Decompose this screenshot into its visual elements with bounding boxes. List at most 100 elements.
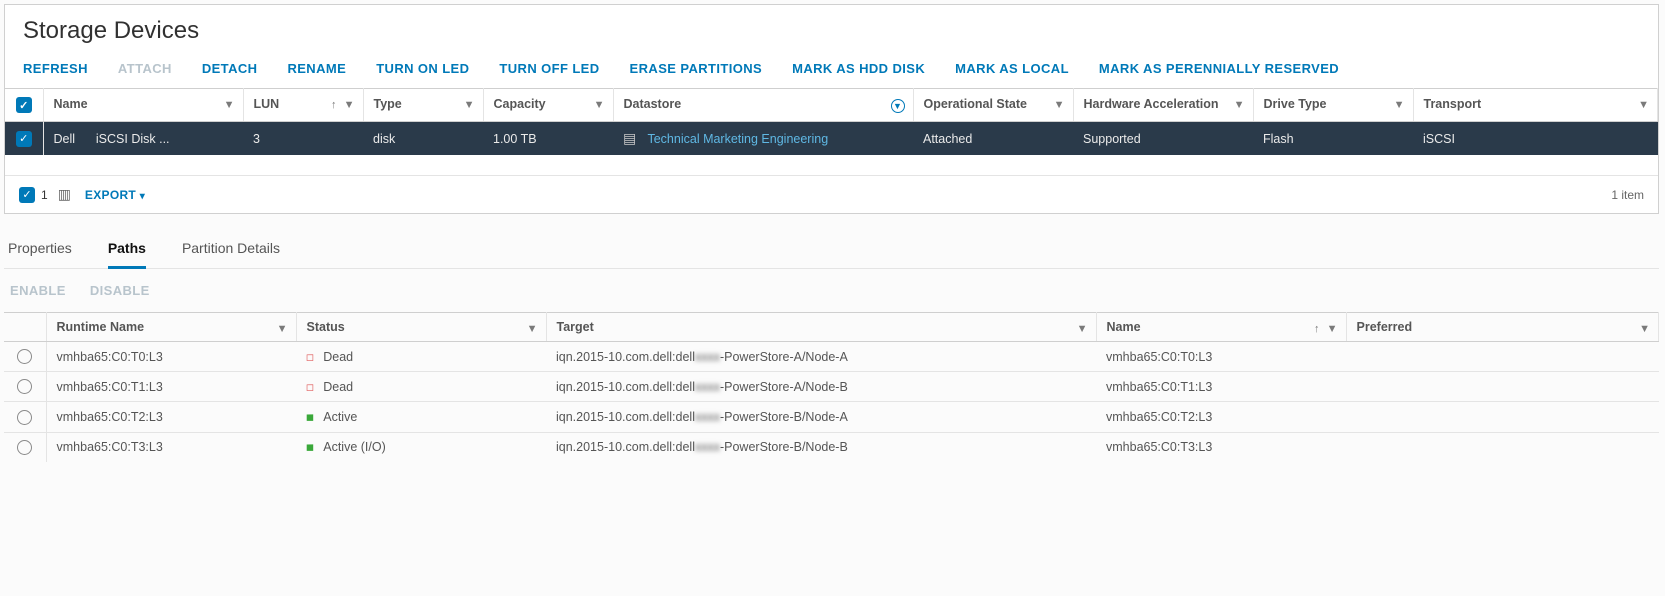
col-preferred[interactable]: Preferred▼ bbox=[1346, 313, 1659, 342]
turn-on-led-button[interactable]: TURN ON LED bbox=[376, 61, 469, 76]
radio-icon[interactable] bbox=[17, 349, 32, 364]
path-target: iqn.2015-10.com.dell:dellxxxx-PowerStore… bbox=[546, 372, 1096, 402]
item-count: 1 item bbox=[1611, 188, 1644, 202]
refresh-button[interactable]: REFRESH bbox=[23, 61, 88, 76]
filter-icon[interactable]: ▼ bbox=[344, 99, 355, 111]
export-button[interactable]: EXPORT ▾ bbox=[85, 188, 145, 202]
path-row[interactable]: vmhba65:C0:T0:L3◇Deadiqn.2015-10.com.del… bbox=[4, 342, 1659, 372]
filter-icon[interactable]: ▼ bbox=[1638, 99, 1649, 111]
filter-icon[interactable]: ▼ bbox=[594, 99, 605, 111]
selection-indicator-icon[interactable]: ✓ bbox=[19, 187, 35, 203]
col-type[interactable]: Type▼ bbox=[363, 89, 483, 122]
path-select-header bbox=[4, 313, 46, 342]
path-runtime: vmhba65:C0:T1:L3 bbox=[46, 372, 296, 402]
device-row[interactable]: ✓ Dell iSCSI Disk ... 3 disk 1.00 TB ▤ T… bbox=[5, 122, 1658, 156]
col-op-state[interactable]: Operational State▼ bbox=[913, 89, 1073, 122]
filter-icon[interactable]: ▼ bbox=[1077, 323, 1088, 335]
col-runtime-name[interactable]: Runtime Name▼ bbox=[46, 313, 296, 342]
filter-icon[interactable]: ▼ bbox=[1234, 99, 1245, 111]
radio-icon[interactable] bbox=[17, 410, 32, 425]
device-lun: 3 bbox=[243, 122, 363, 156]
detail-tabs: Properties Paths Partition Details bbox=[4, 232, 1659, 269]
path-name: vmhba65:C0:T0:L3 bbox=[1096, 342, 1346, 372]
page-title: Storage Devices bbox=[5, 5, 1658, 51]
erase-partitions-button[interactable]: ERASE PARTITIONS bbox=[630, 61, 763, 76]
col-status[interactable]: Status▼ bbox=[296, 313, 546, 342]
col-drive-type[interactable]: Drive Type▼ bbox=[1253, 89, 1413, 122]
diamond-filled-icon: ◆ bbox=[302, 439, 318, 455]
paths-toolbar: ENABLE DISABLE bbox=[4, 269, 1659, 312]
tab-partition-details[interactable]: Partition Details bbox=[182, 232, 280, 268]
path-preferred bbox=[1346, 372, 1659, 402]
device-op-state: Attached bbox=[913, 122, 1073, 156]
device-type: disk bbox=[363, 122, 483, 156]
tab-properties[interactable]: Properties bbox=[8, 232, 72, 268]
device-transport: iSCSI bbox=[1413, 122, 1658, 156]
path-name: vmhba65:C0:T1:L3 bbox=[1096, 372, 1346, 402]
storage-devices-panel: Storage Devices REFRESH ATTACH DETACH RE… bbox=[4, 4, 1659, 214]
select-all-header[interactable]: ✓ bbox=[5, 89, 43, 122]
diamond-outline-icon: ◇ bbox=[302, 379, 318, 395]
diamond-outline-icon: ◇ bbox=[302, 348, 318, 364]
path-row[interactable]: vmhba65:C0:T3:L3◆Active (I/O)iqn.2015-10… bbox=[4, 432, 1659, 462]
radio-icon[interactable] bbox=[17, 440, 32, 455]
filter-icon[interactable]: ▼ bbox=[527, 323, 538, 335]
disable-path-button: DISABLE bbox=[90, 283, 150, 298]
detail-panel: Properties Paths Partition Details ENABL… bbox=[4, 232, 1659, 462]
tab-paths[interactable]: Paths bbox=[108, 232, 146, 269]
col-datastore[interactable]: Datastore▼ bbox=[613, 89, 913, 122]
sort-asc-icon[interactable]: ↑ bbox=[331, 99, 337, 111]
path-status: ◆Active (I/O) bbox=[296, 432, 546, 462]
col-transport[interactable]: Transport▼ bbox=[1413, 89, 1658, 122]
col-target[interactable]: Target▼ bbox=[546, 313, 1096, 342]
enable-path-button: ENABLE bbox=[10, 283, 66, 298]
path-status: ◆Active bbox=[296, 402, 546, 432]
path-runtime: vmhba65:C0:T0:L3 bbox=[46, 342, 296, 372]
filter-icon[interactable]: ▼ bbox=[1394, 99, 1405, 111]
mark-hdd-button[interactable]: MARK AS HDD DISK bbox=[792, 61, 925, 76]
path-target: iqn.2015-10.com.dell:dellxxxx-PowerStore… bbox=[546, 342, 1096, 372]
filter-icon[interactable]: ▼ bbox=[1639, 323, 1650, 335]
device-drive-type: Flash bbox=[1253, 122, 1413, 156]
chevron-down-icon: ▾ bbox=[140, 191, 145, 202]
col-name[interactable]: Name▼ bbox=[43, 89, 243, 122]
filter-icon[interactable]: ▼ bbox=[277, 323, 288, 335]
device-name: Dell iSCSI Disk ... bbox=[43, 122, 243, 156]
device-capacity: 1.00 TB bbox=[483, 122, 613, 156]
columns-icon[interactable]: ▥ bbox=[58, 186, 71, 203]
sort-asc-icon[interactable]: ↑ bbox=[1314, 323, 1320, 335]
checkbox-checked-icon[interactable]: ✓ bbox=[16, 131, 32, 147]
path-target: iqn.2015-10.com.dell:dellxxxx-PowerStore… bbox=[546, 402, 1096, 432]
filter-icon[interactable]: ▼ bbox=[1054, 99, 1065, 111]
detach-button[interactable]: DETACH bbox=[202, 61, 258, 76]
attach-button: ATTACH bbox=[118, 61, 172, 76]
path-preferred bbox=[1346, 402, 1659, 432]
filter-active-icon[interactable]: ▼ bbox=[891, 99, 905, 113]
col-hw-accel[interactable]: Hardware Acceleration▼ bbox=[1073, 89, 1253, 122]
table-footer: ✓ 1 ▥ EXPORT ▾ 1 item bbox=[5, 175, 1658, 213]
toolbar: REFRESH ATTACH DETACH RENAME TURN ON LED… bbox=[5, 51, 1658, 88]
datastore-link[interactable]: Technical Marketing Engineering bbox=[647, 132, 828, 146]
diamond-filled-icon: ◆ bbox=[302, 409, 318, 425]
turn-off-led-button[interactable]: TURN OFF LED bbox=[499, 61, 599, 76]
path-status: ◇Dead bbox=[296, 342, 546, 372]
filter-icon[interactable]: ▼ bbox=[224, 99, 235, 111]
filter-icon[interactable]: ▼ bbox=[464, 99, 475, 111]
path-row[interactable]: vmhba65:C0:T2:L3 ◆Activeiqn.2015-10.com.d… bbox=[4, 402, 1659, 432]
datastore-icon: ▤ bbox=[623, 130, 636, 146]
radio-icon[interactable] bbox=[17, 379, 32, 394]
col-lun[interactable]: LUN↑▼ bbox=[243, 89, 363, 122]
mark-perennial-button[interactable]: MARK AS PERENNIALLY RESERVED bbox=[1099, 61, 1339, 76]
mark-local-button[interactable]: MARK AS LOCAL bbox=[955, 61, 1069, 76]
selected-count: 1 bbox=[41, 188, 48, 202]
col-capacity[interactable]: Capacity▼ bbox=[483, 89, 613, 122]
paths-table: Runtime Name▼ Status▼ Target▼ Name↑▼ Pre… bbox=[4, 312, 1659, 462]
checkbox-checked-icon[interactable]: ✓ bbox=[16, 97, 32, 113]
path-name: vmhba65:C0:T3:L3 bbox=[1096, 432, 1346, 462]
col-path-name[interactable]: Name↑▼ bbox=[1096, 313, 1346, 342]
filter-icon[interactable]: ▼ bbox=[1327, 323, 1338, 335]
rename-button[interactable]: RENAME bbox=[287, 61, 346, 76]
path-runtime: vmhba65:C0:T3:L3 bbox=[46, 432, 296, 462]
path-row[interactable]: vmhba65:C0:T1:L3◇Deadiqn.2015-10.com.del… bbox=[4, 372, 1659, 402]
path-name: vmhba65:C0:T2:L3 bbox=[1096, 402, 1346, 432]
